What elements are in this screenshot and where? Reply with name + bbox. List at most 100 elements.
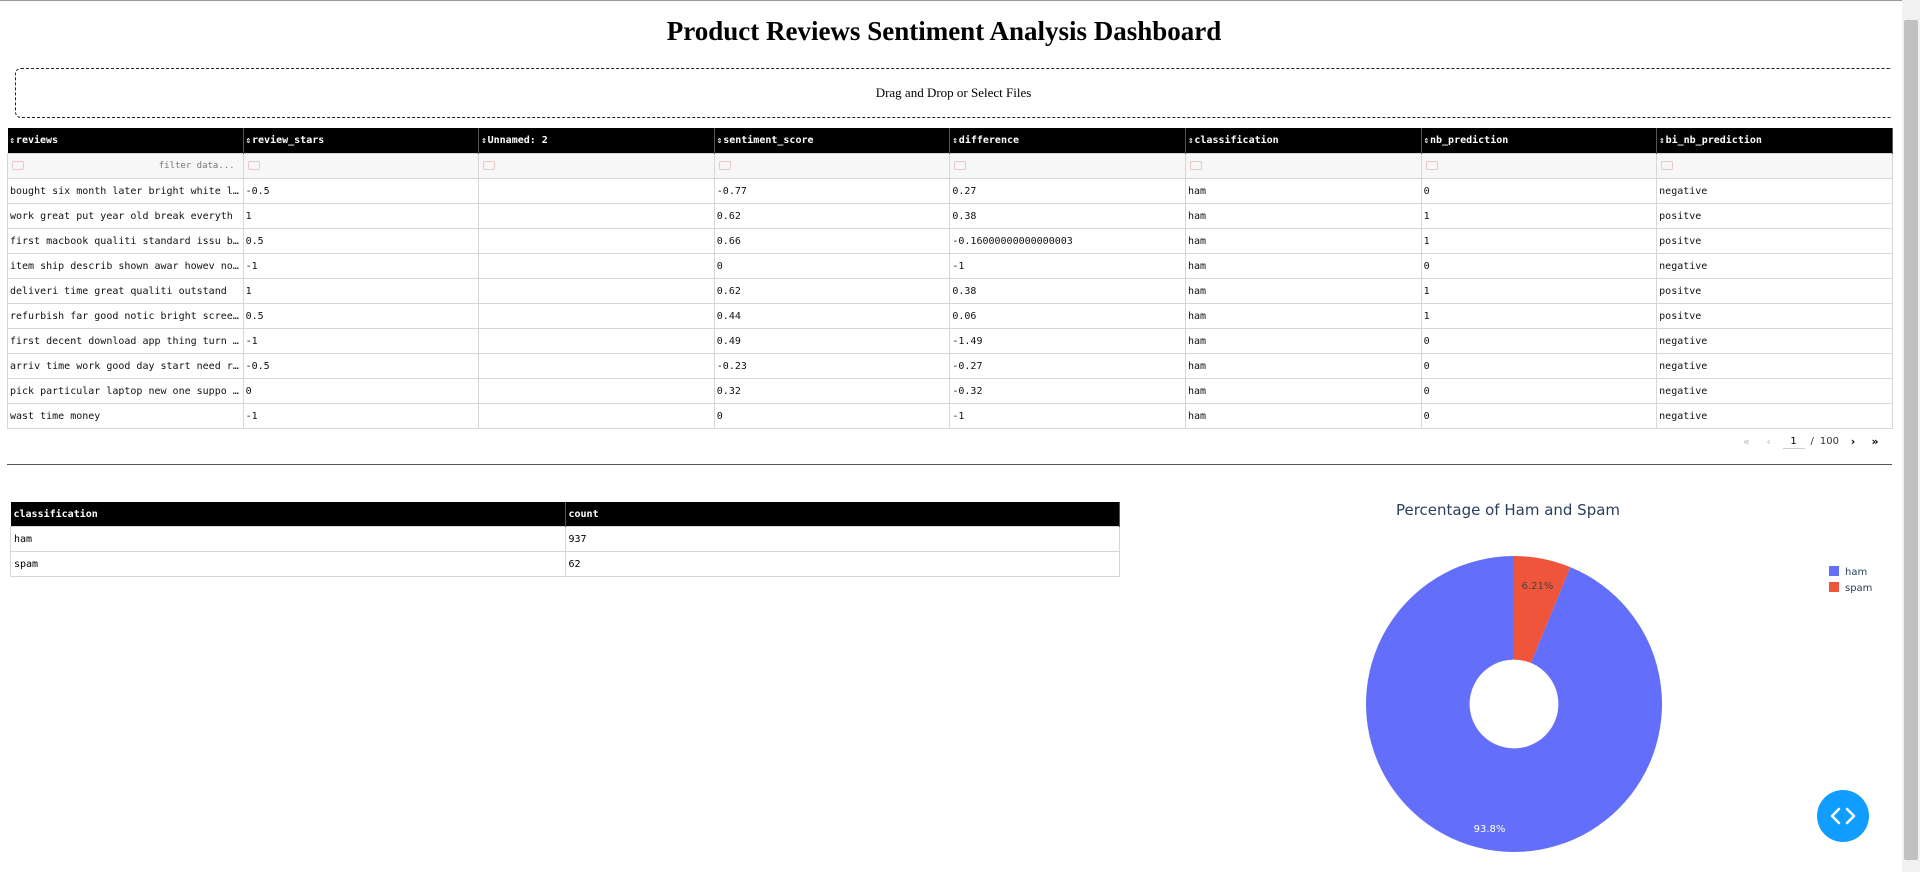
sort-icon[interactable]: ⇕ (10, 136, 15, 146)
case-toggle-icon[interactable] (1425, 161, 1438, 170)
sort-icon[interactable]: ⇕ (246, 136, 251, 146)
case-toggle-icon[interactable] (1661, 161, 1674, 170)
cell-nb-prediction[interactable]: 0 (1420, 328, 1658, 354)
cell-difference[interactable]: -1.49 (949, 328, 1186, 354)
cell-classification[interactable]: ham (1184, 253, 1422, 279)
cell-sentiment-score[interactable]: 0.49 (713, 328, 951, 354)
cell-review-stars[interactable]: 0.5 (242, 228, 480, 254)
column-header-nb-prediction[interactable]: ⇕nb_prediction (1421, 128, 1658, 154)
cell-bi-nb-prediction[interactable]: negative (1656, 328, 1893, 354)
cell-review-stars[interactable]: -1 (242, 403, 480, 429)
column-header-review-stars[interactable]: ⇕review_stars (243, 128, 480, 154)
cell-classification[interactable]: ham (1184, 278, 1422, 304)
column-header-count[interactable]: count (565, 502, 1120, 527)
legend-label-ham[interactable]: ham (1845, 567, 1867, 578)
cell-nb-prediction[interactable]: 0 (1420, 353, 1658, 379)
cell-bi-nb-prediction[interactable]: positve (1656, 203, 1893, 229)
case-toggle-icon[interactable] (1189, 161, 1202, 170)
current-page-input[interactable] (1782, 434, 1805, 449)
cell-review-stars[interactable]: -1 (242, 253, 480, 279)
cell-reviews[interactable]: arriv time work good day start need r… (7, 353, 244, 379)
cell-classification[interactable]: ham (1184, 178, 1422, 204)
cell-unnamed-2[interactable] (478, 253, 715, 279)
next-page-button[interactable]: › (1845, 435, 1861, 448)
legend-swatch-spam[interactable] (1829, 582, 1839, 592)
cell-unnamed-2[interactable] (478, 403, 715, 429)
cell-nb-prediction[interactable]: 1 (1420, 303, 1658, 329)
cell-unnamed-2[interactable] (478, 353, 715, 379)
cell-unnamed-2[interactable] (478, 303, 715, 329)
cell-reviews[interactable]: first macbook qualiti standard issu b… (7, 228, 244, 254)
cell-reviews[interactable]: item ship describ shown awar howev no… (7, 253, 244, 279)
scrollbar-thumb[interactable] (1904, 20, 1918, 860)
filter-cell-bi-nb-prediction[interactable] (1656, 153, 1893, 179)
case-toggle-icon[interactable] (12, 161, 24, 170)
cell-review-stars[interactable]: 1 (242, 203, 480, 229)
cell-nb-prediction[interactable]: 1 (1420, 203, 1658, 229)
cell-classification[interactable]: ham (1184, 228, 1422, 254)
last-page-button[interactable]: » (1867, 435, 1883, 448)
column-header-bi-nb-prediction[interactable]: ⇕bi_nb_prediction (1656, 128, 1893, 154)
sort-icon[interactable]: ⇕ (952, 136, 957, 146)
cell-difference[interactable]: -1 (949, 253, 1186, 279)
cell-difference[interactable]: -0.32 (949, 378, 1186, 404)
cell-nb-prediction[interactable]: 1 (1420, 228, 1658, 254)
case-toggle-icon[interactable] (954, 161, 967, 170)
cell-bi-nb-prediction[interactable]: positve (1656, 228, 1893, 254)
sort-icon[interactable]: ⇕ (1188, 136, 1193, 146)
cell-unnamed-2[interactable] (478, 378, 715, 404)
cell-nb-prediction[interactable]: 1 (1420, 278, 1658, 304)
column-header-sentiment-score[interactable]: ⇕sentiment_score (714, 128, 951, 154)
cell-reviews[interactable]: work great put year old break everyth (7, 203, 244, 229)
case-toggle-icon[interactable] (483, 161, 496, 170)
cell-review-stars[interactable]: 0.5 (242, 303, 480, 329)
cell-bi-nb-prediction[interactable]: negative (1656, 253, 1893, 279)
column-header-difference[interactable]: ⇕difference (949, 128, 1186, 154)
cell-reviews[interactable]: deliveri time great qualiti outstand (7, 278, 244, 304)
cell-unnamed-2[interactable] (478, 203, 715, 229)
cell-bi-nb-prediction[interactable]: negative (1656, 378, 1893, 404)
cell-nb-prediction[interactable]: 0 (1420, 178, 1658, 204)
cell-sentiment-score[interactable]: 0.62 (713, 278, 951, 304)
cell-bi-nb-prediction[interactable]: positve (1656, 278, 1893, 304)
sort-icon[interactable]: ⇕ (717, 136, 722, 146)
cell-classification[interactable]: ham (1184, 403, 1422, 429)
cell-reviews[interactable]: first decent download app thing turn … (7, 328, 244, 354)
code-toggle-button[interactable] (1817, 790, 1869, 842)
cell-difference[interactable]: 0.06 (949, 303, 1186, 329)
chart-legend[interactable]: ham spam (1829, 566, 1872, 594)
sort-icon[interactable]: ⇕ (1424, 136, 1429, 146)
cell-unnamed-2[interactable] (478, 178, 715, 204)
cell-unnamed-2[interactable] (478, 228, 715, 254)
cell-sentiment-score[interactable]: 0.44 (713, 303, 951, 329)
cell-nb-prediction[interactable]: 0 (1420, 403, 1658, 429)
cell-difference[interactable]: -0.27 (949, 353, 1186, 379)
cell-review-stars[interactable]: -0.5 (242, 178, 480, 204)
column-header-classification[interactable]: classification (10, 502, 566, 527)
cell-difference[interactable]: 0.27 (949, 178, 1186, 204)
cell-nb-prediction[interactable]: 0 (1420, 378, 1658, 404)
cell-reviews[interactable]: pick particular laptop new one suppo … (7, 378, 244, 404)
cell-sentiment-score[interactable]: 0.62 (713, 203, 951, 229)
cell-difference[interactable]: 0.38 (949, 203, 1186, 229)
cell-bi-nb-prediction[interactable]: positve (1656, 303, 1893, 329)
cell-bi-nb-prediction[interactable]: negative (1656, 403, 1893, 429)
cell-classification[interactable]: ham (1184, 303, 1422, 329)
cell-sentiment-score[interactable]: 0 (713, 403, 951, 429)
cell-classification[interactable]: ham (1184, 353, 1422, 379)
cell-nb-prediction[interactable]: 0 (1420, 253, 1658, 279)
cell-classification[interactable]: ham (1184, 203, 1422, 229)
case-toggle-icon[interactable] (247, 161, 260, 170)
column-header-unnamed-2[interactable]: ⇕Unnamed: 2 (478, 128, 715, 154)
column-header-classification[interactable]: ⇕classification (1185, 128, 1422, 154)
filter-cell-review-stars[interactable] (242, 153, 480, 179)
cell-classification[interactable]: ham (1184, 378, 1422, 404)
cell-bi-nb-prediction[interactable]: negative (1656, 178, 1893, 204)
sort-icon[interactable]: ⇕ (1659, 136, 1664, 146)
cell-sentiment-score[interactable]: 0.32 (713, 378, 951, 404)
cell-review-stars[interactable]: -1 (242, 328, 480, 354)
cell-difference[interactable]: -0.16000000000000003 (949, 228, 1186, 254)
cell-review-stars[interactable]: 0 (242, 378, 480, 404)
previous-page-button[interactable]: ‹ (1761, 435, 1777, 448)
cell-sentiment-score[interactable]: -0.77 (713, 178, 951, 204)
